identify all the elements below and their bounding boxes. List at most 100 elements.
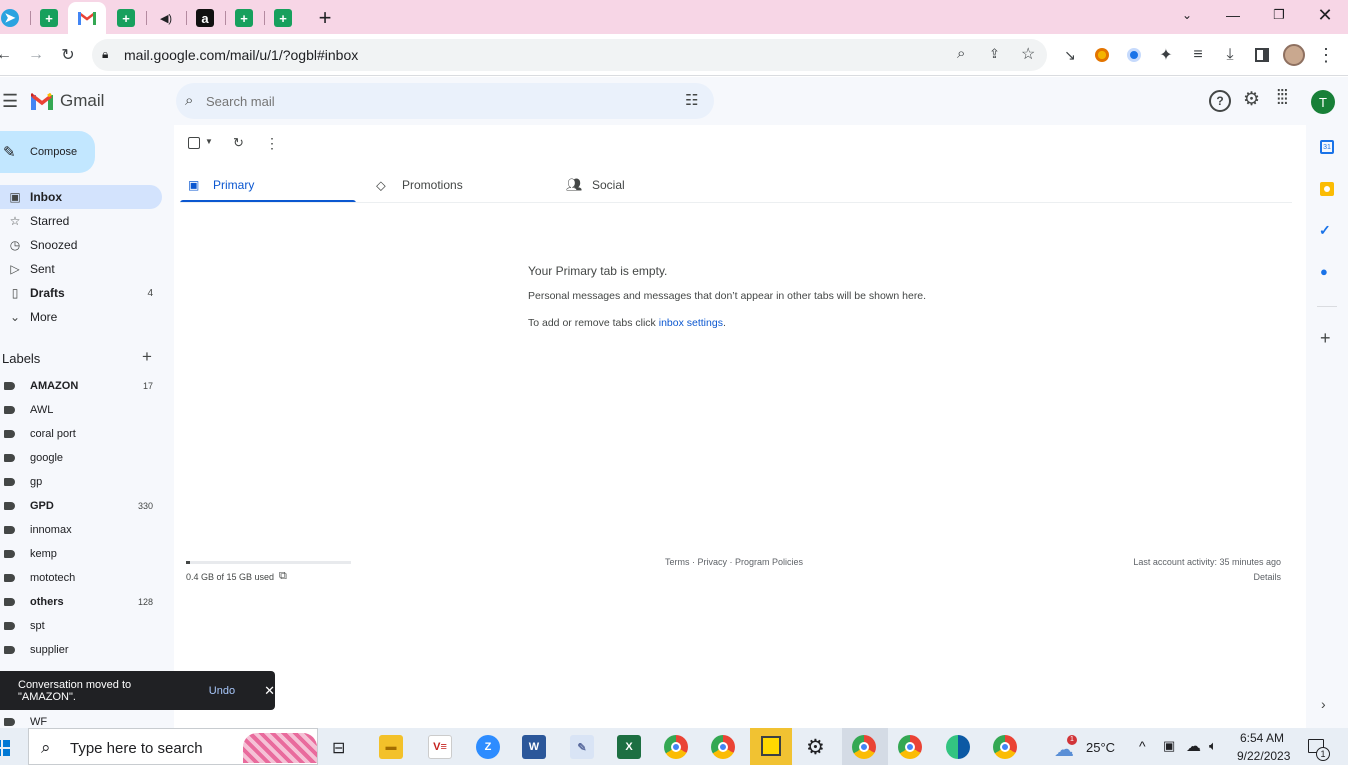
temperature-text[interactable]: 25°C: [1086, 740, 1115, 755]
close-button[interactable]: ✕: [1302, 0, 1348, 30]
tab-sheets-2[interactable]: +: [108, 4, 144, 32]
chrome-icon[interactable]: [664, 735, 688, 759]
close-icon[interactable]: ✕: [264, 683, 275, 699]
label-item[interactable]: coral port: [0, 422, 162, 446]
open-in-new-icon[interactable]: ⧉: [279, 570, 287, 583]
maximize-button[interactable]: ❐: [1256, 0, 1302, 30]
footer-links[interactable]: Terms · Privacy · Program Policies: [665, 557, 803, 567]
label-item[interactable]: spt: [0, 614, 162, 638]
excel-icon[interactable]: X: [617, 735, 641, 759]
task-view-icon[interactable]: ⊟: [332, 738, 345, 758]
label-item[interactable]: others 128: [0, 590, 162, 614]
select-all-checkbox[interactable]: [188, 137, 200, 149]
onedrive-icon[interactable]: ☁: [1186, 737, 1201, 755]
browser-menu-icon[interactable]: ⋮: [1314, 43, 1338, 67]
main-menu-icon[interactable]: ☰: [2, 91, 18, 112]
help-icon[interactable]: ?: [1209, 90, 1231, 112]
address-bar[interactable]: 🔒︎ mail.google.com/mail/u/1/?ogbl#inbox …: [92, 39, 1047, 71]
label-item[interactable]: GPD 330: [0, 494, 162, 518]
extension-colorful-icon[interactable]: [1090, 43, 1114, 67]
tab-audio[interactable]: ◀): [148, 4, 184, 32]
details-link[interactable]: Details: [1253, 572, 1281, 582]
settings-app-icon[interactable]: ⚙: [806, 735, 825, 760]
word-icon[interactable]: W: [522, 735, 546, 759]
tab-promotions[interactable]: ⬦ Promotions: [376, 167, 556, 203]
label-item[interactable]: mototech: [0, 566, 162, 590]
sticky-notes-active[interactable]: [750, 728, 792, 765]
download-icon[interactable]: ⤓: [1218, 43, 1242, 67]
label-item[interactable]: AMAZON 17: [0, 374, 162, 398]
extensions-puzzle-icon[interactable]: ✦: [1154, 43, 1178, 67]
label-item[interactable]: gp: [0, 470, 162, 494]
reload-button[interactable]: ↻: [56, 43, 80, 67]
undo-button[interactable]: Undo: [209, 685, 235, 697]
label-item[interactable]: google: [0, 446, 162, 470]
chrome-profile-icon[interactable]: [711, 735, 735, 759]
tab-gmail[interactable]: [68, 2, 106, 34]
minimize-button[interactable]: —: [1210, 0, 1256, 30]
back-button[interactable]: ←: [0, 43, 16, 67]
more-actions-icon[interactable]: ⋮: [265, 135, 279, 152]
contacts-icon[interactable]: ●: [1320, 264, 1328, 279]
chrome-profile-s-icon[interactable]: [993, 735, 1017, 759]
label-item[interactable]: supplier: [0, 638, 162, 662]
chrome-profile-j-icon[interactable]: [898, 735, 922, 759]
select-dropdown-icon[interactable]: ▼: [205, 137, 213, 146]
bookmark-star-icon[interactable]: ☆: [1021, 44, 1035, 64]
label-item[interactable]: AWL: [0, 398, 162, 422]
refresh-icon[interactable]: ↻: [233, 135, 244, 151]
extension-arrow-icon[interactable]: ↘: [1058, 43, 1082, 67]
zoom-icon[interactable]: ⌕: [957, 45, 965, 62]
clock-date[interactable]: 9/22/2023: [1237, 749, 1290, 763]
app-vs-icon[interactable]: V≡: [428, 735, 452, 759]
tab-sheets-3[interactable]: +: [226, 4, 262, 32]
tab-amazon[interactable]: a: [187, 4, 223, 32]
expand-panel-icon[interactable]: ›: [1321, 696, 1326, 712]
tab-search-button[interactable]: ⌄: [1164, 0, 1210, 30]
volume-icon[interactable]: 🔈︎: [1209, 738, 1217, 754]
search-icon[interactable]: ⌕: [185, 92, 193, 109]
tab-sheets[interactable]: +: [31, 4, 67, 32]
sidebar-item-drafts[interactable]: ▯ Drafts 4: [0, 281, 162, 305]
calendar-icon[interactable]: 31: [1320, 140, 1334, 154]
tasks-icon[interactable]: ✓: [1319, 222, 1331, 239]
profile-avatar[interactable]: [1282, 43, 1306, 67]
sidebar-item-snoozed[interactable]: ◷ Snoozed: [0, 233, 162, 257]
tab-sheets-4[interactable]: +: [265, 4, 301, 32]
extension-blue-icon[interactable]: [1122, 43, 1146, 67]
share-icon[interactable]: ⇪: [989, 46, 1000, 62]
sidebar-item-more[interactable]: ⌄ More: [0, 305, 162, 329]
compose-button[interactable]: ✎ Compose: [0, 131, 95, 173]
taskbar-search-box[interactable]: ⌕ Type here to search: [28, 728, 318, 765]
zoom-app-icon[interactable]: Z: [476, 735, 500, 759]
side-panel-icon[interactable]: [1250, 43, 1274, 67]
settings-gear-icon[interactable]: ⚙: [1243, 88, 1260, 111]
search-input[interactable]: [206, 91, 666, 111]
get-addons-icon[interactable]: +: [1320, 328, 1331, 349]
tab-social[interactable]: 👥︎ Social: [566, 167, 746, 203]
tab-telegram[interactable]: ➤: [0, 4, 28, 32]
clock-time[interactable]: 6:54 AM: [1240, 731, 1284, 745]
media-queue-icon[interactable]: ≡: [1186, 43, 1210, 67]
windows-start-icon[interactable]: [0, 740, 10, 756]
inbox-settings-link[interactable]: inbox settings: [659, 317, 723, 329]
tab-primary[interactable]: ▣ Primary: [180, 167, 356, 203]
label-item[interactable]: kemp: [0, 542, 162, 566]
meet-tray-icon[interactable]: ▣: [1163, 738, 1175, 754]
keep-icon[interactable]: [1320, 182, 1334, 196]
paint-icon[interactable]: ✎: [570, 735, 594, 759]
label-item[interactable]: innomax: [0, 518, 162, 542]
sidebar-item-starred[interactable]: ☆ Starred: [0, 209, 162, 233]
edge-icon[interactable]: [946, 735, 970, 759]
tray-chevron-icon[interactable]: ^: [1139, 738, 1146, 754]
forward-button[interactable]: →: [24, 43, 48, 67]
search-bar[interactable]: ⌕ ☷: [176, 83, 714, 119]
account-avatar[interactable]: T: [1311, 90, 1335, 114]
new-tab-button[interactable]: +: [307, 4, 343, 32]
sidebar-item-sent[interactable]: ▷ Sent: [0, 257, 162, 281]
add-label-icon[interactable]: +: [142, 347, 152, 367]
file-explorer-icon[interactable]: ▬: [379, 735, 403, 759]
chrome-active-window[interactable]: [842, 728, 888, 765]
apps-grid-icon[interactable]: ⁞⁞⁞: [1276, 87, 1289, 110]
search-options-icon[interactable]: ☷: [685, 91, 698, 109]
